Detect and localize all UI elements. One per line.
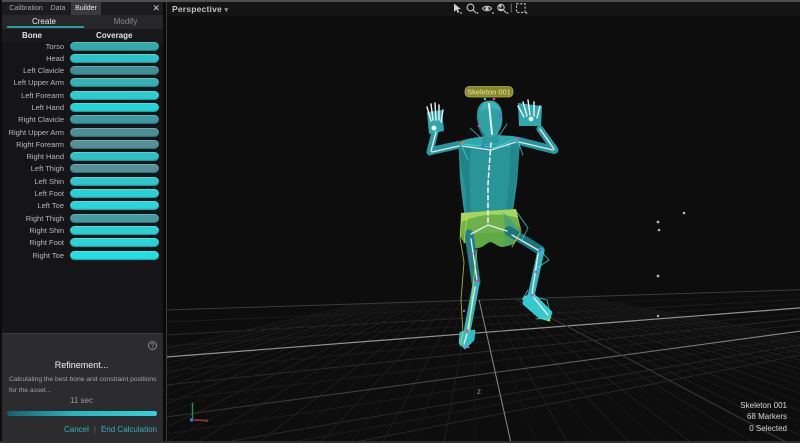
svg-text:z: z bbox=[477, 387, 481, 396]
svg-text:Skeleton 001: Skeleton 001 bbox=[467, 87, 511, 96]
